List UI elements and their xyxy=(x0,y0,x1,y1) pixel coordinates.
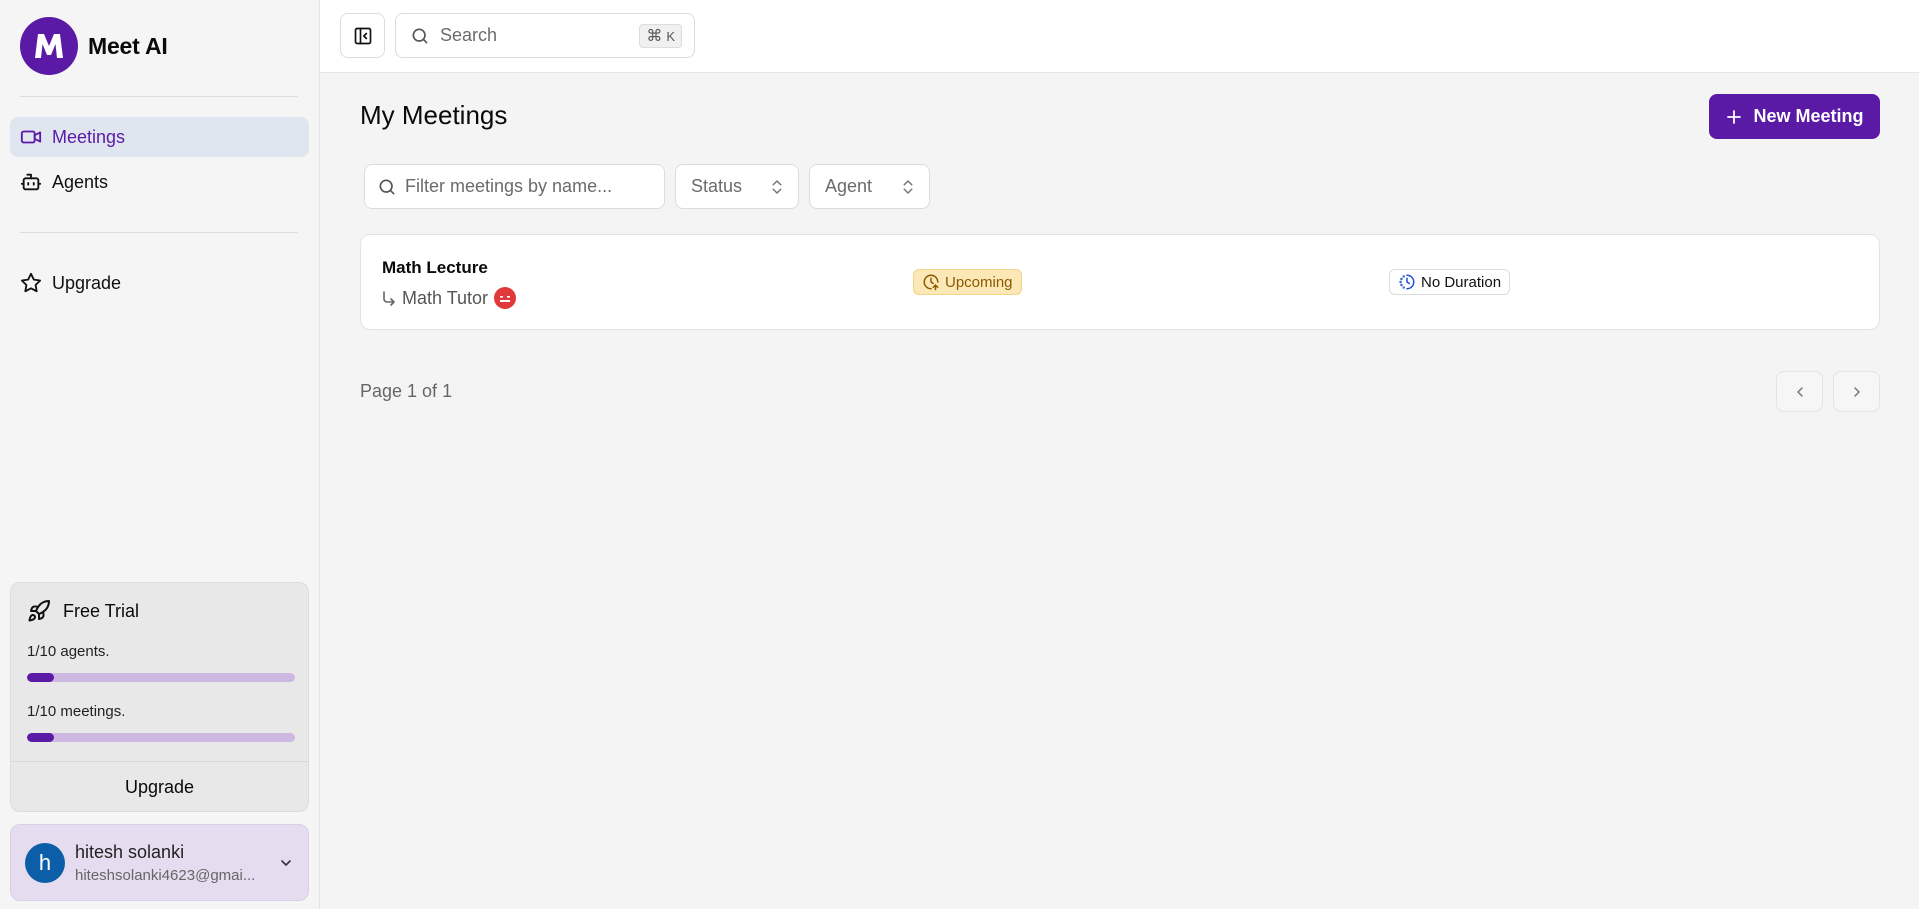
search-placeholder: Search xyxy=(440,25,498,45)
sidebar-item-label: Upgrade xyxy=(52,272,122,293)
previous-page-button[interactable] xyxy=(1776,371,1823,412)
meetings-usage-label: 1/10 meetings. xyxy=(27,703,126,720)
sidebar: Meet AI Meetings Agents Upgrade Free Tri… xyxy=(0,0,320,909)
agent-filter-label: Agent xyxy=(825,176,873,196)
status-filter-select[interactable]: Status xyxy=(675,164,799,209)
status-text: Upcoming xyxy=(945,273,1013,291)
meetings-progress-fill xyxy=(27,733,54,742)
chevron-down-icon xyxy=(281,860,291,866)
rocket-icon xyxy=(28,599,50,622)
keyboard-shortcut: ⌘ K xyxy=(639,24,682,48)
clock-arrow-up-icon xyxy=(923,274,939,291)
agent-name: Math Tutor xyxy=(402,287,489,308)
chevrons-up-down-icon xyxy=(903,180,913,194)
corner-down-right-icon xyxy=(383,291,395,306)
logo-m-icon xyxy=(35,34,63,58)
duration-badge: No Duration xyxy=(1389,269,1511,295)
agents-usage-label: 1/10 agents. xyxy=(27,643,110,660)
user-name: hitesh solanki xyxy=(75,842,185,862)
search-button[interactable]: Search ⌘ K xyxy=(395,13,695,58)
agent-filter-select[interactable]: Agent xyxy=(809,164,930,209)
next-page-button[interactable] xyxy=(1833,371,1880,412)
search-icon xyxy=(412,28,428,44)
free-trial-title-text: Free Trial xyxy=(63,600,140,621)
trial-upgrade-button[interactable]: Upgrade xyxy=(11,761,308,813)
plus-icon xyxy=(1727,109,1742,124)
chevron-left-icon xyxy=(1796,386,1803,397)
avatar: h xyxy=(25,843,65,883)
free-trial-card: Free Trial 1/10 agents. 1/10 meetings. U… xyxy=(10,582,309,812)
bot-icon xyxy=(20,173,42,191)
meeting-name: Math Lecture xyxy=(382,258,488,277)
logo xyxy=(20,17,78,75)
page-title: My Meetings xyxy=(360,100,508,130)
sidebar-item-label: Agents xyxy=(52,171,109,192)
duration-text: No Duration xyxy=(1421,273,1502,291)
filter-placeholder: Filter meetings by name... xyxy=(405,176,613,196)
agent-avatar xyxy=(494,287,517,309)
agent-face-icon xyxy=(500,296,511,302)
sidebar-item-meetings[interactable]: Meetings xyxy=(10,117,309,157)
sidebar-item-upgrade[interactable]: Upgrade xyxy=(10,263,309,303)
sidebar-toggle-button[interactable] xyxy=(340,13,385,58)
brand[interactable]: Meet AI xyxy=(20,17,168,75)
pagination-text: Page 1 of 1 xyxy=(360,381,453,401)
new-meeting-button[interactable]: New Meeting xyxy=(1709,94,1880,139)
meeting-name-filter-input[interactable]: Filter meetings by name... xyxy=(364,164,665,209)
status-filter-label: Status xyxy=(691,176,743,196)
topbar: Search ⌘ K xyxy=(320,0,1919,73)
sidebar-item-agents[interactable]: Agents xyxy=(10,162,309,202)
search-icon xyxy=(379,179,395,194)
status-badge: Upcoming xyxy=(913,269,1022,295)
user-email: hiteshsolanki4623@gmai... xyxy=(75,867,256,884)
agents-progress-fill xyxy=(27,673,54,682)
chevrons-up-down-icon xyxy=(772,180,782,194)
agents-progress-bar xyxy=(27,673,295,682)
panel-left-icon xyxy=(354,27,371,44)
star-icon xyxy=(20,272,42,293)
free-trial-title: Free Trial xyxy=(27,599,139,623)
meeting-row[interactable]: Math Lecture Math Tutor Upcoming No Dura… xyxy=(360,234,1880,330)
video-icon xyxy=(20,130,42,144)
user-menu-button[interactable]: h hitesh solanki hiteshsolanki4623@gmai.… xyxy=(10,824,309,901)
chevron-right-icon xyxy=(1853,386,1860,397)
new-meeting-label: New Meeting xyxy=(1753,106,1864,126)
divider xyxy=(20,232,298,233)
meeting-agent: Math Tutor xyxy=(382,287,517,309)
command-symbol: ⌘ xyxy=(646,28,663,45)
meetings-progress-bar xyxy=(27,733,295,742)
brand-name: Meet AI xyxy=(88,32,168,59)
clock-fading-icon xyxy=(1399,274,1415,290)
shortcut-key: K xyxy=(666,28,675,44)
sidebar-item-label: Meetings xyxy=(52,126,126,147)
divider xyxy=(20,96,298,97)
